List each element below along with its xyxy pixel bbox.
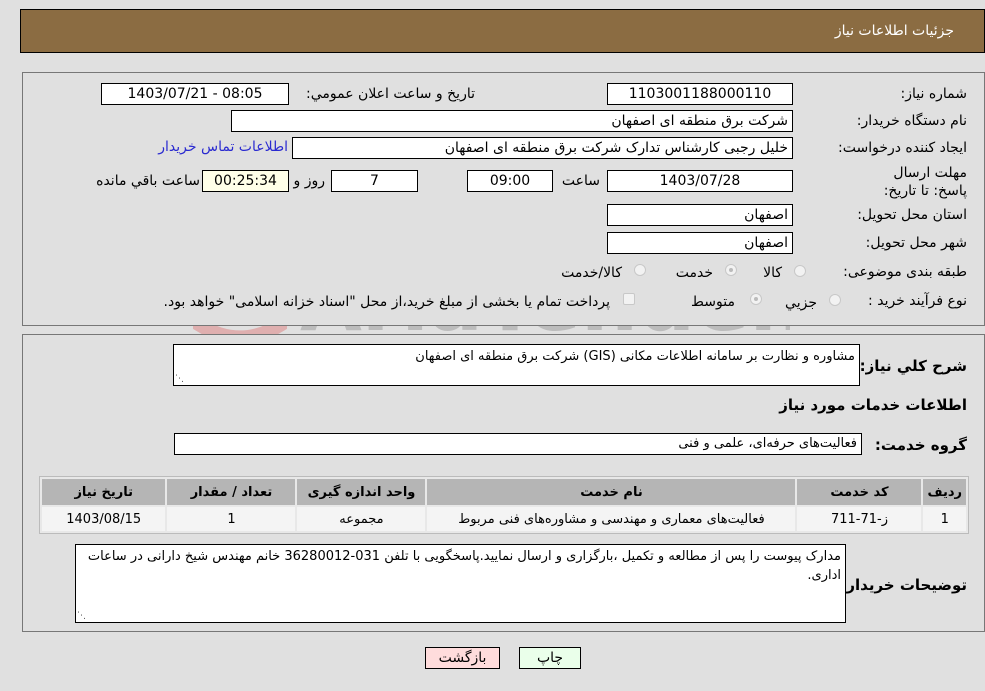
description-label: شرح کلي نياز: [859, 357, 967, 375]
process-radio-medium[interactable] [750, 293, 762, 305]
announce-date-label: تاريخ و ساعت اعلان عمومي: [306, 86, 475, 102]
category-option-goods: کالا [763, 265, 782, 281]
treasury-note: پرداخت تمام یا بخشی از مبلغ خرید،از محل … [163, 294, 610, 310]
category-label: طبقه بندی موضوعی: [843, 264, 967, 280]
col-header-quantity: تعداد / مقدار [167, 479, 296, 505]
province-label: استان محل تحویل: [857, 207, 967, 223]
category-option-goods-service: کالا/خدمت [561, 265, 622, 281]
process-radio-minor[interactable] [829, 294, 841, 306]
service-group-field: فعالیت‌های حرفه‌ای، علمی و فنی [174, 433, 862, 455]
remaining-time-field: 00:25:34 [202, 170, 289, 192]
treasury-checkbox[interactable] [623, 293, 635, 305]
print-button[interactable]: چاپ [519, 647, 581, 669]
remaining-time-label: ساعت باقي مانده [96, 173, 200, 189]
need-number-field: 1103001188000110 [607, 83, 793, 105]
buyer-org-field: شرکت برق منطقه ای اصفهان [231, 110, 793, 132]
announce-date-field: 1403/07/21 - 08:05 [101, 83, 289, 105]
category-radio-goods-service[interactable] [634, 264, 646, 276]
description-text: مشاوره و نظارت بر سامانه اطلاعات مکانی (… [415, 349, 855, 364]
cell-unit: مجموعه [297, 507, 426, 531]
creator-label: ایجاد کننده درخواست: [838, 140, 967, 156]
col-header-service-name: نام خدمت [427, 479, 796, 505]
cell-need-date: 1403/08/15 [42, 507, 166, 531]
category-radio-goods[interactable] [794, 265, 806, 277]
buyer-notes-label: توضیحات خریدار: [840, 576, 967, 594]
deadline-time-field: 09:00 [467, 170, 553, 192]
deadline-date-field: 1403/07/28 [607, 170, 793, 192]
services-heading: اطلاعات خدمات مورد نیاز [779, 396, 967, 414]
col-header-service-code: کد خدمت [797, 479, 922, 505]
creator-field: خلیل رجبی کارشناس تدارک شرکت برق منطقه ا… [292, 137, 793, 159]
back-button[interactable]: بازگشت [425, 647, 500, 669]
category-radio-service[interactable] [725, 264, 737, 276]
service-group-label: گروه خدمت: [874, 436, 967, 454]
city-label: شهر محل تحویل: [865, 235, 967, 251]
cell-row-number: 1 [923, 507, 966, 531]
cell-service-code: ز-71-711 [797, 507, 922, 531]
table-header-row: ردیف کد خدمت نام خدمت واحد اندازه گیری ت… [42, 479, 966, 505]
need-number-label: شماره نیاز: [900, 86, 968, 102]
province-field: اصفهان [607, 204, 793, 226]
resize-grip-icon[interactable]: ⋰ [77, 612, 86, 621]
buyer-notes-text: مدارک پیوست را پس از مطالعه و تکمیل ،بار… [87, 549, 841, 583]
deadline-time-label: ساعت [561, 173, 600, 189]
col-header-need-date: تاریخ نیاز [42, 479, 166, 505]
deadline-label: مهلت ارسال پاسخ: تا تاریخ: [883, 165, 967, 199]
buyer-contact-link[interactable]: اطلاعات تماس خریدار [158, 139, 288, 155]
cell-quantity: 1 [167, 507, 296, 531]
process-option-medium: متوسط [691, 294, 735, 310]
buyer-notes-textarea[interactable]: مدارک پیوست را پس از مطالعه و تکمیل ،بار… [75, 544, 846, 623]
col-header-unit: واحد اندازه گیری [297, 479, 426, 505]
process-type-label: نوع فرآیند خرید : [868, 293, 967, 309]
cell-service-name: فعالیت‌های معماری و مهندسی و مشاوره‌های … [427, 507, 796, 531]
page-title: جزئیات اطلاعات نیاز [834, 23, 954, 39]
days-label: روز و [293, 173, 326, 189]
table-row: 1 ز-71-711 فعالیت‌های معماری و مهندسی و … [42, 507, 966, 531]
days-remaining-field: 7 [331, 170, 418, 192]
category-option-service: خدمت [675, 265, 713, 281]
resize-grip-icon[interactable]: ⋰ [175, 375, 184, 384]
col-header-row-number: ردیف [923, 479, 966, 505]
city-field: اصفهان [607, 232, 793, 254]
buyer-org-label: نام دستگاه خریدار: [856, 113, 967, 129]
services-table: ردیف کد خدمت نام خدمت واحد اندازه گیری ت… [39, 476, 969, 534]
process-option-minor: جزيي [785, 295, 817, 311]
page-header: جزئیات اطلاعات نیاز [20, 9, 985, 53]
description-textarea[interactable]: مشاوره و نظارت بر سامانه اطلاعات مکانی (… [173, 344, 860, 386]
